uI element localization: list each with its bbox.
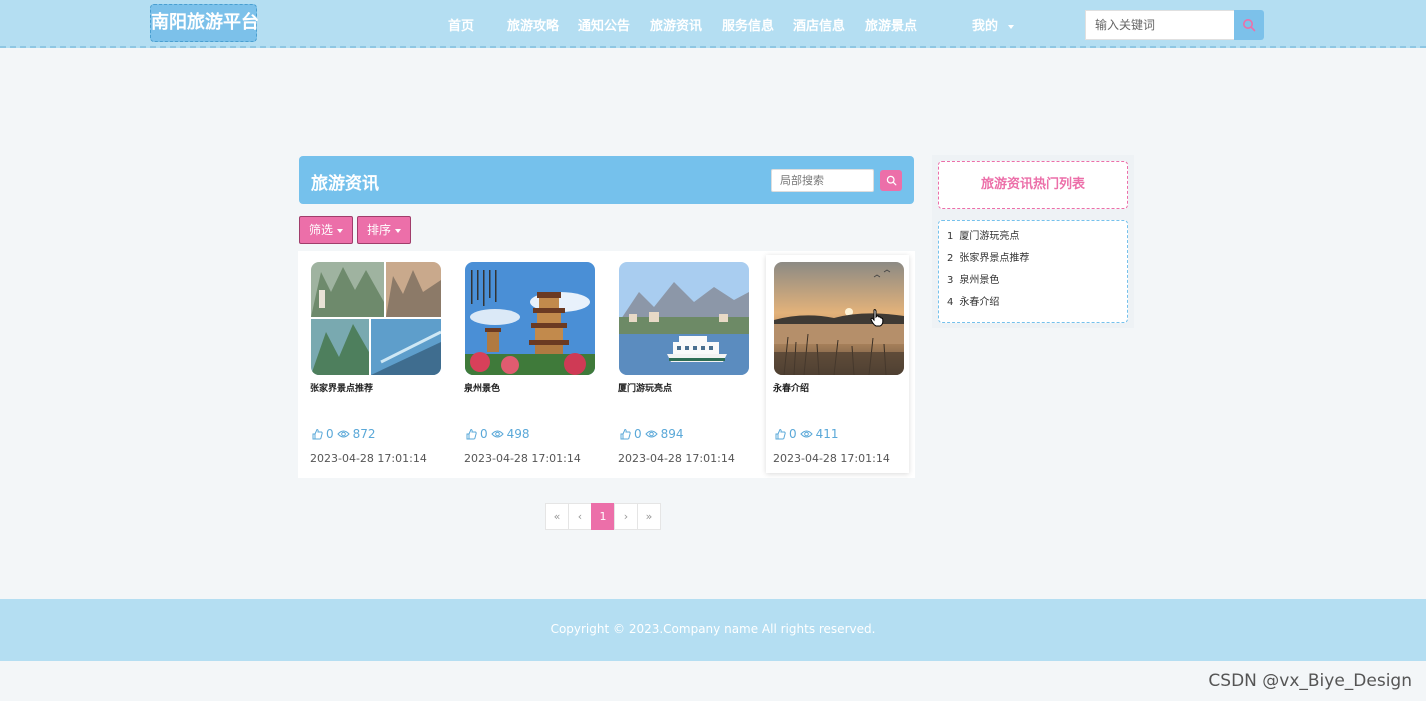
news-card[interactable]: 永春介绍 0 411 2023-04-28 17:01:14 — [766, 255, 909, 473]
hot-list-label: 泉州景色 — [959, 275, 1000, 286]
card-date: 2023-04-28 17:01:14 — [310, 452, 427, 465]
nav-travel-news[interactable]: 旅游资讯 — [650, 15, 702, 34]
hot-list-item[interactable]: 3 泉州景色 — [947, 272, 1127, 294]
nav-attractions[interactable]: 旅游景点 — [865, 15, 917, 34]
like-count: 0 — [480, 427, 488, 441]
eye-icon — [336, 430, 350, 438]
card-date: 2023-04-28 17:01:14 — [464, 452, 581, 465]
page-next-button[interactable]: › — [614, 503, 638, 530]
chevron-down-icon — [1008, 24, 1015, 29]
nav-travel-guides[interactable]: 旅游攻略 — [507, 15, 559, 34]
search-icon — [1243, 19, 1256, 32]
card-image[interactable] — [311, 262, 441, 375]
card-image[interactable] — [619, 262, 749, 375]
hot-list-rank: 2 — [947, 253, 954, 264]
news-card[interactable]: 厦门游玩亮点 0 894 2023-04-28 17:01:14 — [611, 255, 754, 473]
hot-list-item[interactable]: 1 厦门游玩亮点 — [947, 228, 1127, 250]
view-count: 411 — [815, 427, 839, 441]
card-image[interactable] — [465, 262, 595, 375]
card-stats: 0 872 — [311, 427, 376, 441]
sort-label: 排序 — [366, 223, 391, 237]
like-count: 0 — [326, 427, 334, 441]
thumbs-up-icon[interactable] — [465, 428, 477, 440]
nav-home[interactable]: 首页 — [448, 15, 474, 34]
card-image[interactable] — [774, 262, 904, 375]
sort-dropdown-button[interactable]: 排序 — [357, 216, 411, 244]
hot-list-rank: 4 — [947, 297, 954, 308]
thumbs-up-icon[interactable] — [774, 428, 786, 440]
footer-copyright: Copyright © 2023.Company name All rights… — [550, 622, 876, 636]
page-number-button[interactable]: 1 — [591, 503, 615, 530]
local-search-input[interactable] — [771, 169, 874, 192]
hand-cursor-icon — [870, 309, 884, 327]
page-first-button[interactable]: « — [545, 503, 569, 530]
view-count: 894 — [660, 427, 684, 441]
card-date: 2023-04-28 17:01:14 — [773, 452, 890, 465]
hot-list-label: 张家界景点推荐 — [959, 253, 1030, 264]
section-title: 旅游资讯 — [311, 174, 379, 194]
card-title[interactable]: 泉州景色 — [464, 381, 500, 394]
hot-list-label: 厦门游玩亮点 — [959, 231, 1020, 242]
page-prev-button[interactable]: ‹ — [568, 503, 592, 530]
nav-service-info[interactable]: 服务信息 — [722, 15, 774, 34]
thumbs-up-icon[interactable] — [619, 428, 631, 440]
local-search-button[interactable] — [880, 170, 902, 191]
view-count: 872 — [352, 427, 376, 441]
card-stats: 0 498 — [465, 427, 530, 441]
section-header: 旅游资讯 — [299, 156, 914, 204]
pagination: « ‹ 1 › » — [545, 503, 661, 530]
top-navbar: 南阳旅游平台 首页 旅游攻略 通知公告 旅游资讯 服务信息 酒店信息 旅游景点 … — [0, 0, 1426, 48]
filter-dropdown-button[interactable]: 筛选 — [299, 216, 353, 244]
card-stats: 0 894 — [619, 427, 684, 441]
hot-list-rank: 3 — [947, 275, 954, 286]
eye-icon — [644, 430, 658, 438]
chevron-down-icon — [337, 228, 343, 233]
card-title[interactable]: 张家界景点推荐 — [310, 381, 373, 394]
filter-label: 筛选 — [308, 223, 333, 237]
footer: Copyright © 2023.Company name All rights… — [0, 599, 1426, 661]
news-card[interactable]: 张家界景点推荐 0 872 2023-04-28 17:01:14 — [303, 255, 446, 473]
nav-hotel-info[interactable]: 酒店信息 — [793, 15, 845, 34]
header-search-button[interactable] — [1234, 10, 1264, 40]
site-logo[interactable]: 南阳旅游平台 — [150, 4, 259, 42]
thumbs-up-icon[interactable] — [311, 428, 323, 440]
hot-list-item[interactable]: 2 张家界景点推荐 — [947, 250, 1127, 272]
card-title[interactable]: 厦门游玩亮点 — [618, 381, 672, 394]
view-count: 498 — [506, 427, 530, 441]
like-count: 0 — [789, 427, 797, 441]
hot-list: 1 厦门游玩亮点 2 张家界景点推荐 3 泉州景色 4 永春介绍 — [938, 220, 1128, 323]
eye-icon — [490, 430, 504, 438]
chevron-down-icon — [395, 228, 401, 233]
hot-list-item[interactable]: 4 永春介绍 — [947, 294, 1127, 316]
card-title[interactable]: 永春介绍 — [773, 381, 809, 394]
nav-mine-label: 我的 — [972, 19, 999, 34]
card-stats: 0 411 — [774, 427, 839, 441]
eye-icon — [799, 430, 813, 438]
header-search-input[interactable] — [1085, 10, 1235, 40]
hot-list-label: 永春介绍 — [959, 297, 1000, 308]
watermark: CSDN @vx_Biye_Design — [1208, 671, 1412, 691]
nav-mine-dropdown[interactable]: 我的 — [972, 15, 1015, 34]
like-count: 0 — [634, 427, 642, 441]
hot-list-rank: 1 — [947, 231, 954, 242]
nav-notices[interactable]: 通知公告 — [578, 15, 630, 34]
hot-list-title: 旅游资讯热门列表 — [938, 161, 1128, 209]
page-last-button[interactable]: » — [637, 503, 661, 530]
card-date: 2023-04-28 17:01:14 — [618, 452, 735, 465]
search-icon — [886, 175, 896, 186]
news-card[interactable]: 泉州景色 0 498 2023-04-28 17:01:14 — [457, 255, 600, 473]
